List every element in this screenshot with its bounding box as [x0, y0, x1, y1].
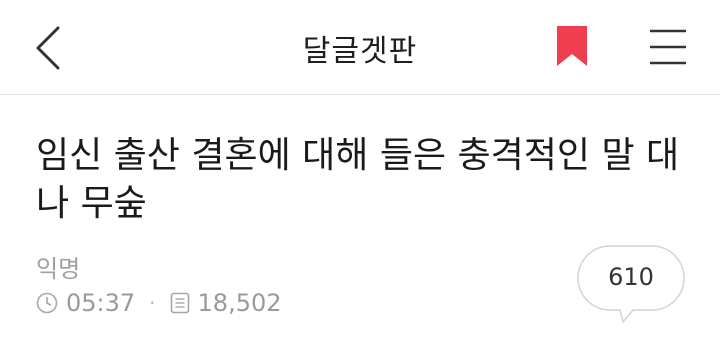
- post-time: 05:37: [66, 289, 136, 317]
- separator-dot: ·: [149, 291, 156, 315]
- author-name: 익명: [36, 255, 81, 283]
- board-title: 달글겟판: [302, 34, 418, 69]
- post-title: 임신 출산 결혼에 대해 들은 충격적인 말 대나 무숲: [36, 135, 680, 224]
- bookmark-button[interactable]: [555, 26, 589, 68]
- comment-count-button[interactable]: 610: [577, 245, 685, 325]
- document-icon: [170, 292, 189, 314]
- hamburger-menu-icon: [650, 29, 686, 65]
- post-meta: 05:37 · 18,502: [36, 288, 282, 318]
- top-bar: 달글겟판: [0, 0, 720, 95]
- clock-icon: [36, 292, 58, 314]
- bookmark-icon: [557, 26, 587, 66]
- menu-button[interactable]: [648, 28, 688, 66]
- view-count: 18,502: [197, 289, 282, 317]
- comment-count: 610: [608, 263, 654, 291]
